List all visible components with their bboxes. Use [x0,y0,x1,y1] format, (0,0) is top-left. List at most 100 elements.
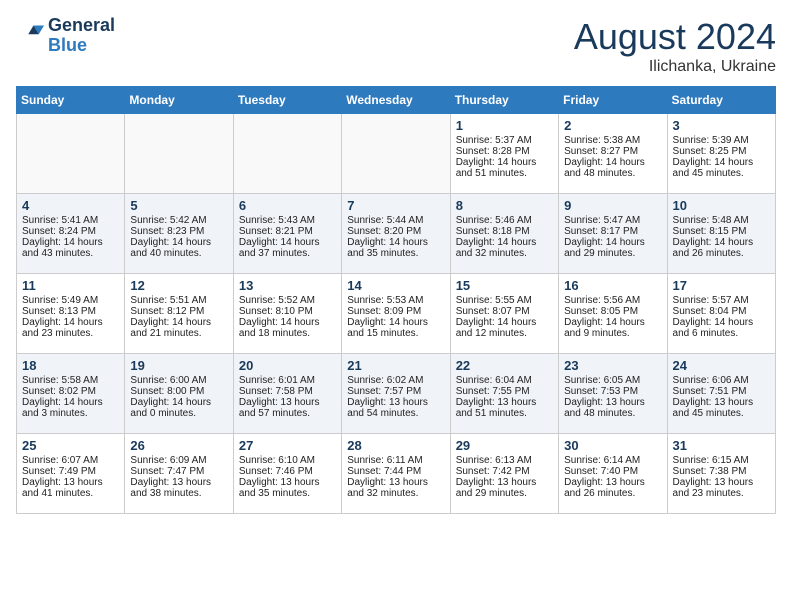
cell-line: and 51 minutes. [456,168,553,179]
cell-line: and 32 minutes. [347,488,444,499]
cell-line: and 45 minutes. [673,408,770,419]
cell-line: and 32 minutes. [456,248,553,259]
cell-line: Daylight: 13 hours [239,397,336,408]
calendar-cell: 11Sunrise: 5:49 AMSunset: 8:13 PMDayligh… [17,274,125,354]
cell-line: Sunset: 7:58 PM [239,386,336,397]
calendar-cell [342,114,450,194]
cell-line: Sunrise: 6:09 AM [130,455,227,466]
cell-line: and 29 minutes. [456,488,553,499]
cell-line: Sunrise: 5:55 AM [456,295,553,306]
cell-line: Sunrise: 6:15 AM [673,455,770,466]
day-number: 17 [673,278,770,293]
calendar-cell: 24Sunrise: 6:06 AMSunset: 7:51 PMDayligh… [667,354,775,434]
calendar-cell: 1Sunrise: 5:37 AMSunset: 8:28 PMDaylight… [450,114,558,194]
cell-line: Sunrise: 5:51 AM [130,295,227,306]
day-number: 29 [456,438,553,453]
weekday-header-monday: Monday [125,87,233,114]
calendar-cell: 21Sunrise: 6:02 AMSunset: 7:57 PMDayligh… [342,354,450,434]
cell-line: and 57 minutes. [239,408,336,419]
cell-line: Sunset: 8:04 PM [673,306,770,317]
calendar-cell: 9Sunrise: 5:47 AMSunset: 8:17 PMDaylight… [559,194,667,274]
cell-line: and 35 minutes. [347,248,444,259]
cell-line: and 38 minutes. [130,488,227,499]
week-row-4: 18Sunrise: 5:58 AMSunset: 8:02 PMDayligh… [17,354,776,434]
cell-line: Sunrise: 5:43 AM [239,215,336,226]
calendar-cell: 15Sunrise: 5:55 AMSunset: 8:07 PMDayligh… [450,274,558,354]
cell-line: Sunset: 8:25 PM [673,146,770,157]
cell-line: Daylight: 13 hours [130,477,227,488]
location: Ilichanka, Ukraine [574,58,776,76]
cell-line: Sunset: 7:55 PM [456,386,553,397]
cell-line: and 43 minutes. [22,248,119,259]
calendar-cell: 8Sunrise: 5:46 AMSunset: 8:18 PMDaylight… [450,194,558,274]
cell-line: Sunset: 8:09 PM [347,306,444,317]
cell-line: Sunrise: 6:13 AM [456,455,553,466]
cell-line: Sunset: 8:05 PM [564,306,661,317]
day-number: 4 [22,198,119,213]
day-number: 3 [673,118,770,133]
cell-line: and 23 minutes. [673,488,770,499]
calendar-cell: 4Sunrise: 5:41 AMSunset: 8:24 PMDaylight… [17,194,125,274]
day-number: 31 [673,438,770,453]
cell-line: Daylight: 14 hours [22,397,119,408]
cell-line: Sunrise: 5:41 AM [22,215,119,226]
cell-line: Daylight: 13 hours [456,397,553,408]
weekday-header-friday: Friday [559,87,667,114]
cell-line: Sunrise: 6:11 AM [347,455,444,466]
cell-line: Sunrise: 5:58 AM [22,375,119,386]
cell-line: and 23 minutes. [22,328,119,339]
calendar-cell: 29Sunrise: 6:13 AMSunset: 7:42 PMDayligh… [450,434,558,514]
cell-line: Sunrise: 5:48 AM [673,215,770,226]
cell-line: and 40 minutes. [130,248,227,259]
cell-line: Daylight: 14 hours [130,317,227,328]
cell-line: Daylight: 14 hours [564,237,661,248]
cell-line: Sunset: 8:00 PM [130,386,227,397]
cell-line: Sunrise: 6:05 AM [564,375,661,386]
cell-line: Sunrise: 5:44 AM [347,215,444,226]
cell-line: Sunset: 8:27 PM [564,146,661,157]
logo-icon [16,22,44,50]
cell-line: Sunset: 8:24 PM [22,226,119,237]
day-number: 22 [456,358,553,373]
cell-line: Daylight: 14 hours [456,237,553,248]
calendar-cell: 30Sunrise: 6:14 AMSunset: 7:40 PMDayligh… [559,434,667,514]
day-number: 25 [22,438,119,453]
cell-line: Sunrise: 5:52 AM [239,295,336,306]
day-number: 16 [564,278,661,293]
calendar-cell [233,114,341,194]
cell-line: Sunrise: 5:39 AM [673,135,770,146]
day-number: 1 [456,118,553,133]
cell-line: Sunset: 7:49 PM [22,466,119,477]
cell-line: and 9 minutes. [564,328,661,339]
page-header: General Blue August 2024 Ilichanka, Ukra… [16,16,776,76]
calendar-cell: 17Sunrise: 5:57 AMSunset: 8:04 PMDayligh… [667,274,775,354]
day-number: 24 [673,358,770,373]
cell-line: Sunrise: 5:42 AM [130,215,227,226]
cell-line: and 12 minutes. [456,328,553,339]
cell-line: Sunset: 8:12 PM [130,306,227,317]
day-number: 28 [347,438,444,453]
day-number: 26 [130,438,227,453]
weekday-header-tuesday: Tuesday [233,87,341,114]
cell-line: Sunset: 8:17 PM [564,226,661,237]
cell-line: Sunset: 8:28 PM [456,146,553,157]
weekday-header-saturday: Saturday [667,87,775,114]
week-row-1: 1Sunrise: 5:37 AMSunset: 8:28 PMDaylight… [17,114,776,194]
cell-line: Daylight: 14 hours [673,237,770,248]
cell-line: and 54 minutes. [347,408,444,419]
cell-line: and 0 minutes. [130,408,227,419]
day-number: 2 [564,118,661,133]
cell-line: and 15 minutes. [347,328,444,339]
weekday-header-wednesday: Wednesday [342,87,450,114]
day-number: 19 [130,358,227,373]
cell-line: Daylight: 14 hours [456,317,553,328]
cell-line: and 45 minutes. [673,168,770,179]
cell-line: and 3 minutes. [22,408,119,419]
cell-line: Daylight: 13 hours [673,397,770,408]
cell-line: Sunrise: 5:49 AM [22,295,119,306]
cell-line: Sunrise: 6:10 AM [239,455,336,466]
day-number: 8 [456,198,553,213]
calendar-cell: 28Sunrise: 6:11 AMSunset: 7:44 PMDayligh… [342,434,450,514]
cell-line: Daylight: 13 hours [564,397,661,408]
day-number: 18 [22,358,119,373]
